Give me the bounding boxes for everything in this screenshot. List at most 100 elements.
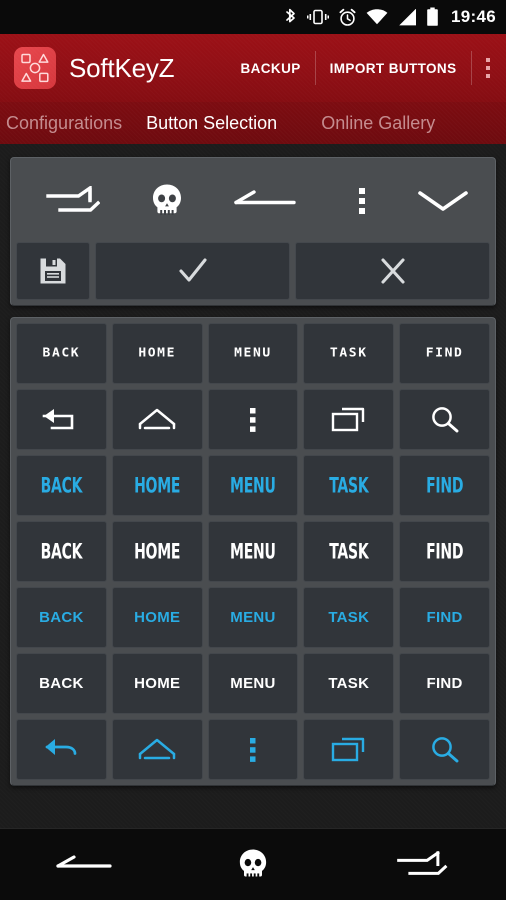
app-title: SoftKeyZ	[69, 52, 175, 83]
menu-dots-icon	[249, 735, 257, 765]
button-cell-search-icon[interactable]	[399, 389, 490, 450]
button-cell-menu-sans[interactable]: MENU	[207, 587, 299, 648]
system-nav-bar	[0, 828, 506, 900]
button-cell-label: BACK	[40, 473, 83, 498]
recents-stack-icon	[329, 735, 369, 765]
button-cell-label: FIND	[425, 539, 464, 564]
button-cell-back-angular-icon[interactable]	[16, 389, 107, 450]
preview-panel	[10, 157, 496, 306]
button-cell-task-pixel[interactable]: TASK	[303, 323, 395, 384]
nav-home-button[interactable]	[169, 848, 338, 882]
wifi-icon	[366, 8, 388, 26]
button-cell-search-icon[interactable]	[399, 719, 490, 780]
button-cell-home-house-icon[interactable]	[111, 719, 203, 780]
tab-button-selection[interactable]: Button Selection	[146, 113, 277, 134]
home-house-icon	[136, 735, 178, 765]
button-cell-recents-stack-icon[interactable]	[303, 389, 395, 450]
button-cell-menu-sans[interactable]: MENU	[207, 653, 299, 714]
import-buttons-button[interactable]: IMPORT BUTTONS	[316, 61, 471, 76]
button-cell-label: BACK	[39, 609, 84, 626]
tab-strip: ved Configurations Button Selection Onli…	[0, 102, 506, 144]
button-cell-label: TASK	[329, 473, 369, 498]
button-cell-label: HOME	[134, 539, 181, 564]
search-icon	[428, 404, 462, 436]
button-cell-back-curved-icon[interactable]	[16, 719, 107, 780]
preview-action-row	[16, 242, 490, 300]
button-grid-row: BACK HOME MENU TASK FIND	[16, 323, 490, 384]
button-cell-label: HOME	[134, 609, 181, 626]
button-cell-back-sans[interactable]: BACK	[16, 587, 107, 648]
button-cell-back-pixel[interactable]: BACK	[16, 323, 107, 384]
button-cell-label: MENU	[230, 473, 276, 498]
button-cell-label: FIND	[426, 609, 463, 626]
bluetooth-icon	[283, 7, 298, 27]
button-grid-row: BACK HOME MENU TASK FIND	[16, 587, 490, 648]
button-cell-menu-pixel[interactable]: MENU	[207, 323, 299, 384]
button-cell-menu-stencil[interactable]: MENU	[207, 455, 299, 516]
button-cell-home-sans[interactable]: HOME	[111, 587, 203, 648]
button-cell-label: BACK	[39, 675, 84, 692]
button-cell-label: TASK	[328, 609, 370, 626]
preview-key-back[interactable]	[204, 188, 327, 214]
nav-recents-button[interactable]	[337, 850, 506, 879]
home-house-icon	[136, 405, 178, 435]
button-cell-label: FIND	[425, 473, 464, 498]
button-cell-back-sans[interactable]: BACK	[16, 653, 107, 714]
save-button[interactable]	[16, 242, 90, 300]
button-cell-home-pixel[interactable]: HOME	[111, 323, 203, 384]
button-cell-label: TASK	[328, 675, 370, 692]
signal-icon	[397, 8, 417, 26]
button-cell-task-stencil[interactable]: TASK	[303, 521, 395, 582]
app-bar: SoftKeyZ BACKUP IMPORT BUTTONS	[0, 34, 506, 102]
cancel-button[interactable]	[295, 242, 490, 300]
button-cell-home-stencil[interactable]: HOME	[111, 455, 203, 516]
status-clock: 19:46	[451, 7, 496, 26]
preview-key-chevron[interactable]	[396, 188, 490, 214]
alarm-icon	[338, 8, 357, 27]
app-root: 19:46 SoftKeyZ BACKUP IMPORT BUTTONS ved…	[0, 0, 506, 900]
button-cell-back-stencil[interactable]: BACK	[16, 521, 107, 582]
preview-key-home-skull[interactable]	[130, 183, 204, 219]
button-cell-label: TASK	[329, 346, 368, 361]
button-cell-menu-dots-icon[interactable]	[207, 719, 299, 780]
backup-button[interactable]: BACKUP	[226, 61, 314, 76]
preview-key-task[interactable]	[16, 185, 130, 216]
confirm-button[interactable]	[95, 242, 290, 300]
button-cell-label: BACK	[42, 346, 81, 361]
button-cell-recents-stack-icon[interactable]	[303, 719, 395, 780]
button-cell-home-stencil[interactable]: HOME	[111, 521, 203, 582]
button-grid-row: BACK HOME MENU TASK FIND	[16, 521, 490, 582]
button-cell-label: MENU	[234, 346, 272, 361]
menu-dots-icon	[249, 405, 257, 435]
button-cell-label: HOME	[134, 473, 181, 498]
back-angular-icon	[41, 406, 81, 434]
button-cell-find-sans[interactable]: FIND	[399, 653, 490, 714]
preview-key-menu[interactable]	[327, 186, 396, 216]
button-grid-row	[16, 389, 490, 450]
tab-online-gallery[interactable]: Online Gallery	[321, 113, 435, 134]
button-cell-find-stencil[interactable]: FIND	[399, 521, 490, 582]
button-cell-label: FIND	[425, 346, 464, 361]
recents-stack-icon	[329, 405, 369, 435]
nav-back-button[interactable]	[0, 853, 169, 877]
button-cell-task-sans[interactable]: TASK	[303, 653, 395, 714]
button-cell-task-sans[interactable]: TASK	[303, 587, 395, 648]
button-cell-home-house-icon[interactable]	[111, 389, 203, 450]
battery-icon	[426, 7, 439, 27]
button-cell-back-stencil[interactable]: BACK	[16, 455, 107, 516]
softkeyz-logo-icon	[14, 47, 56, 89]
button-cell-task-stencil[interactable]: TASK	[303, 455, 395, 516]
button-grid-row	[16, 719, 490, 780]
button-cell-menu-stencil[interactable]: MENU	[207, 521, 299, 582]
button-cell-menu-dots-icon[interactable]	[207, 389, 299, 450]
button-cell-label: BACK	[40, 539, 83, 564]
preview-navbar	[16, 163, 490, 238]
button-cell-find-pixel[interactable]: FIND	[399, 323, 490, 384]
button-cell-home-sans[interactable]: HOME	[111, 653, 203, 714]
tab-saved-configurations[interactable]: ved Configurations	[0, 113, 122, 134]
button-cell-find-sans[interactable]: FIND	[399, 587, 490, 648]
button-cell-label: HOME	[138, 346, 177, 361]
overflow-menu-icon[interactable]	[472, 57, 506, 79]
button-grid-row: BACK HOME MENU TASK FIND	[16, 455, 490, 516]
button-cell-find-stencil[interactable]: FIND	[399, 455, 490, 516]
